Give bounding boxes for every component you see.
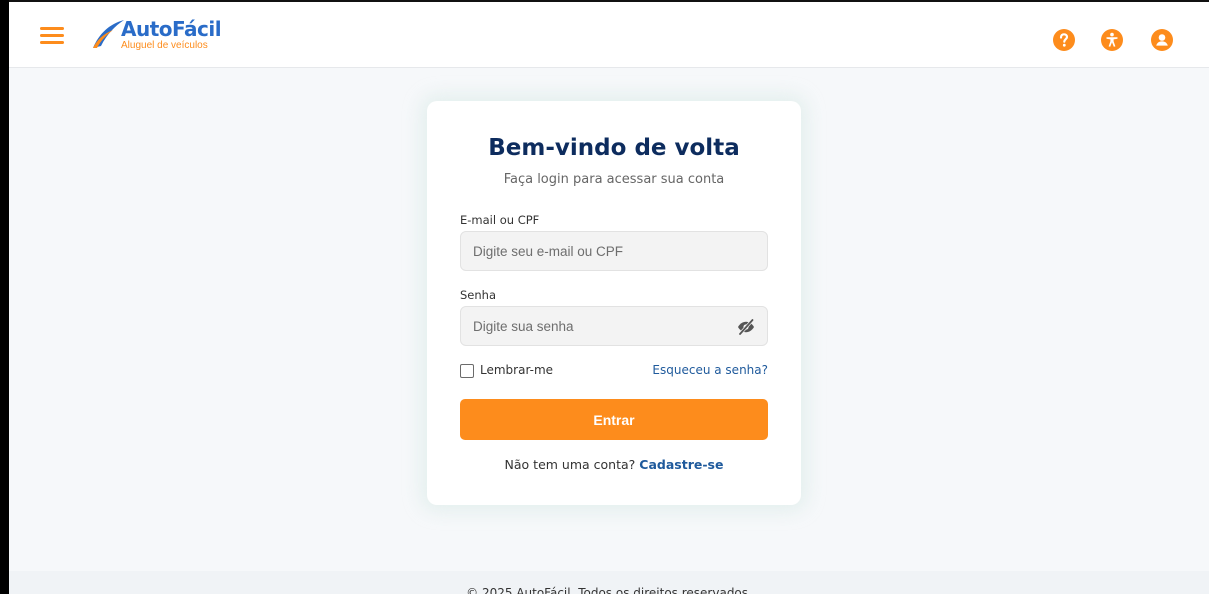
hamburger-icon-line <box>40 41 64 44</box>
hamburger-icon <box>40 27 64 30</box>
signup-prompt: Não tem uma conta? Cadastre-se <box>427 457 801 472</box>
logo-swoosh-icon <box>93 20 124 48</box>
accessibility-icon <box>1101 29 1123 51</box>
password-field[interactable]: Digite sua senha <box>460 306 768 346</box>
signup-prompt-text: Não tem uma conta? <box>504 457 636 472</box>
top-header: AutoFácil Aluguel de veículos <box>9 2 1209 68</box>
eye-slash-icon <box>738 318 754 336</box>
main-content: Bem-vindo de volta Faça login para acess… <box>9 68 1209 571</box>
remember-row: Lembrar-me Esqueceu a senha? <box>460 363 768 379</box>
forgot-password-link[interactable]: Esqueceu a senha? <box>652 363 768 377</box>
user-icon <box>1151 29 1173 51</box>
help-icon <box>1053 29 1075 51</box>
window-frame-left <box>0 0 9 594</box>
login-submit-button[interactable]: Entrar <box>460 399 768 440</box>
logo-subtitle: Aluguel de veículos <box>121 40 208 51</box>
logo-title: AutoFácil <box>121 17 222 41</box>
user-account-button[interactable] <box>1151 29 1173 51</box>
login-title: Bem-vindo de volta <box>488 135 740 161</box>
page-footer: © 2025 AutoFácil. Todos os direitos rese… <box>9 571 1209 594</box>
login-subtitle: Faça login para acessar sua conta <box>503 172 725 187</box>
signup-link[interactable]: Cadastre-se <box>639 457 723 472</box>
email-placeholder: Digite seu e-mail ou CPF <box>473 243 624 259</box>
email-label: E-mail ou CPF <box>460 213 540 227</box>
email-field[interactable]: Digite seu e-mail ou CPF <box>460 231 768 271</box>
brand-logo[interactable]: AutoFácil Aluguel de veículos <box>91 16 222 56</box>
footer-copyright: © 2025 AutoFácil. Todos os direitos rese… <box>466 586 752 594</box>
hamburger-menu-button[interactable] <box>40 27 64 45</box>
password-label: Senha <box>460 288 496 302</box>
password-placeholder: Digite sua senha <box>473 318 574 334</box>
remember-checkbox[interactable] <box>460 364 474 378</box>
remember-label[interactable]: Lembrar-me <box>480 363 553 377</box>
accessibility-button[interactable] <box>1101 29 1123 51</box>
password-toggle-button[interactable] <box>737 318 755 339</box>
hamburger-icon-line <box>40 34 64 37</box>
login-card: Bem-vindo de volta Faça login para acess… <box>427 101 801 505</box>
help-button[interactable] <box>1053 29 1075 51</box>
